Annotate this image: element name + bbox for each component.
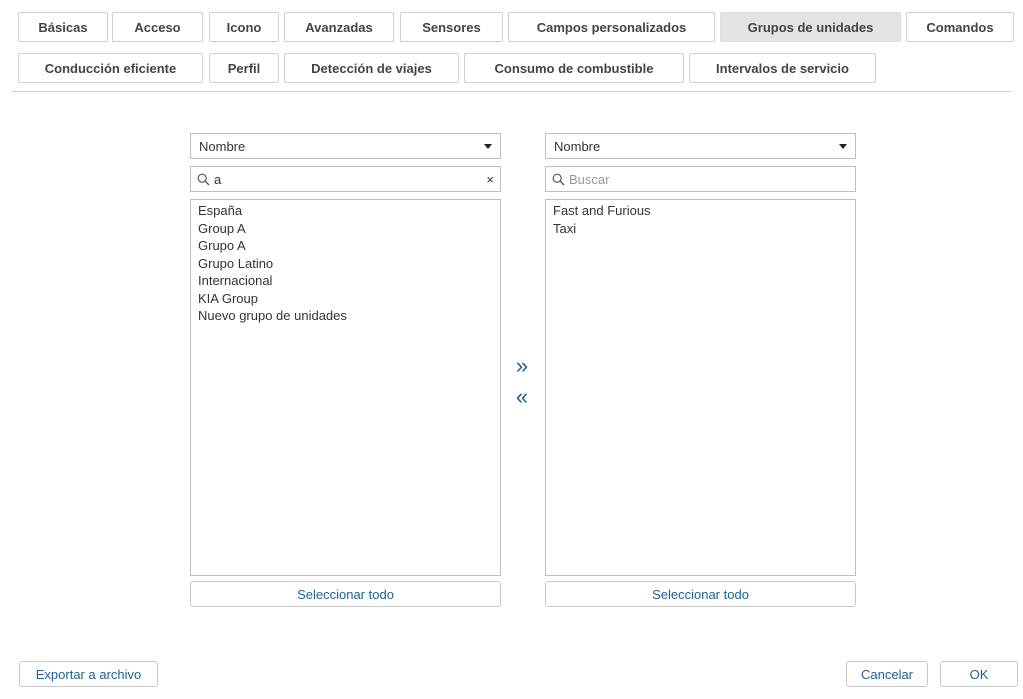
- right-search-field[interactable]: [545, 166, 856, 192]
- tab-basicas[interactable]: Básicas: [18, 12, 108, 42]
- tab-acceso[interactable]: Acceso: [112, 12, 203, 42]
- tab-deteccion-de-viajes[interactable]: Detección de viajes: [284, 53, 459, 83]
- search-icon: [552, 173, 565, 185]
- right-sort-select[interactable]: Nombre: [545, 133, 856, 159]
- list-item[interactable]: Fast and Furious: [553, 202, 848, 220]
- tab-perfil[interactable]: Perfil: [209, 53, 279, 83]
- chevron-down-icon: [839, 143, 847, 149]
- remove-from-selected-arrow-icon[interactable]: «: [510, 385, 534, 409]
- search-icon: [197, 173, 210, 185]
- ok-button[interactable]: OK: [940, 661, 1018, 687]
- list-item[interactable]: KIA Group: [198, 290, 493, 308]
- chevron-down-icon: [484, 143, 492, 149]
- selected-groups-list[interactable]: Fast and Furious Taxi: [545, 199, 856, 576]
- tabs-divider: [12, 91, 1011, 92]
- tab-intervalos-de-servicio[interactable]: Intervalos de servicio: [689, 53, 876, 83]
- left-sort-select[interactable]: Nombre: [190, 133, 501, 159]
- clear-icon[interactable]: ×: [486, 172, 494, 187]
- export-to-file-button[interactable]: Exportar a archivo: [19, 661, 158, 687]
- left-select-all-button[interactable]: Seleccionar todo: [190, 581, 501, 607]
- left-sort-label: Nombre: [199, 138, 246, 154]
- available-groups-list[interactable]: España Group A Grupo A Grupo Latino Inte…: [190, 199, 501, 576]
- tab-sensores[interactable]: Sensores: [400, 12, 503, 42]
- tab-conduccion-eficiente[interactable]: Conducción eficiente: [18, 53, 203, 83]
- tab-consumo-de-combustible[interactable]: Consumo de combustible: [464, 53, 684, 83]
- tab-avanzadas[interactable]: Avanzadas: [284, 12, 394, 42]
- list-item[interactable]: España: [198, 202, 493, 220]
- list-item[interactable]: Taxi: [553, 220, 848, 238]
- left-search-field[interactable]: ×: [190, 166, 501, 192]
- right-sort-label: Nombre: [554, 138, 601, 154]
- left-search-input[interactable]: [214, 171, 487, 187]
- cancel-button[interactable]: Cancelar: [846, 661, 928, 687]
- list-item[interactable]: Grupo A: [198, 237, 493, 255]
- tab-icono[interactable]: Icono: [209, 12, 279, 42]
- list-item[interactable]: Internacional: [198, 272, 493, 290]
- list-item[interactable]: Nuevo grupo de unidades: [198, 307, 493, 325]
- tab-comandos[interactable]: Comandos: [906, 12, 1014, 42]
- list-item[interactable]: Grupo Latino: [198, 255, 493, 273]
- right-select-all-button[interactable]: Seleccionar todo: [545, 581, 856, 607]
- right-search-input[interactable]: [569, 171, 849, 187]
- tab-grupos-de-unidades[interactable]: Grupos de unidades: [720, 12, 901, 42]
- tab-campos-personalizados[interactable]: Campos personalizados: [508, 12, 715, 42]
- add-to-selected-arrow-icon[interactable]: »: [510, 354, 534, 378]
- list-item[interactable]: Group A: [198, 220, 493, 238]
